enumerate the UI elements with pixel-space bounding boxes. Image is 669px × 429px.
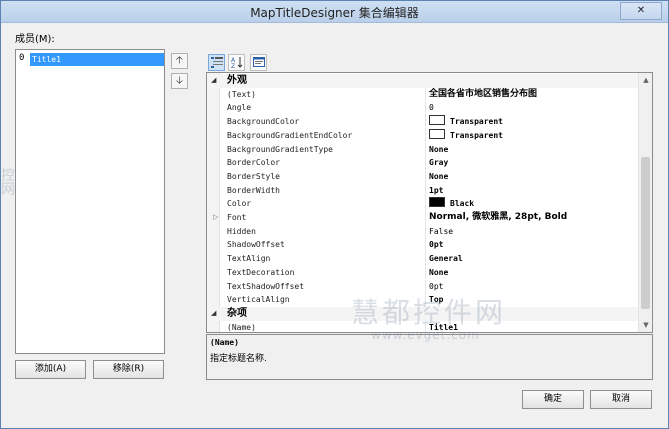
- property-row[interactable]: BorderColor Gray: [207, 156, 639, 170]
- property-grid[interactable]: ◢ 外观 (Text) 全国各省市地区销售分布图 Angle 0 Backgro…: [206, 72, 653, 333]
- category-label: 外观: [227, 75, 247, 86]
- property-name: TextDecoration: [227, 267, 295, 277]
- property-value[interactable]: Title1: [425, 320, 639, 332]
- property-pages-button[interactable]: [250, 54, 267, 71]
- property-value[interactable]: False: [425, 224, 639, 239]
- property-value[interactable]: None: [425, 142, 639, 157]
- list-item[interactable]: 0 Title1: [18, 53, 164, 66]
- property-pages-icon: [252, 57, 265, 67]
- property-name: BorderStyle: [227, 171, 280, 181]
- property-row[interactable]: Hidden False: [207, 224, 639, 239]
- property-name: BackgroundGradientType: [227, 144, 333, 154]
- property-name: Color: [227, 199, 252, 209]
- property-value[interactable]: 0: [425, 101, 639, 116]
- property-value[interactable]: Gray: [425, 156, 639, 170]
- close-icon: ✕: [636, 5, 646, 16]
- property-name: Angle: [227, 103, 252, 113]
- property-name: (Text): [227, 89, 256, 99]
- property-row[interactable]: ShadowOffset 0pt: [207, 238, 639, 253]
- scroll-up-icon[interactable]: ▲: [639, 73, 652, 87]
- cancel-button[interactable]: 取消: [590, 390, 652, 409]
- property-value[interactable]: 1pt: [425, 183, 639, 198]
- color-swatch: [429, 128, 445, 139]
- property-row[interactable]: BackgroundGradientEndColor Transparent: [207, 128, 639, 143]
- arrow-down-icon: 🡣: [175, 75, 184, 86]
- property-name: BackgroundGradientEndColor: [227, 130, 353, 140]
- remove-button[interactable]: 移除(R): [93, 360, 164, 379]
- property-value[interactable]: Top: [425, 293, 639, 307]
- arrow-up-icon: 🡡: [175, 55, 184, 66]
- svg-text:Z: Z: [231, 63, 235, 68]
- property-name: ShadowOffset: [227, 240, 285, 250]
- property-value[interactable]: 全国各省市地区销售分布图: [425, 87, 639, 102]
- property-row[interactable]: ▷ Font Normal, 微软雅黑, 28pt, Bold: [207, 211, 639, 225]
- property-row[interactable]: BackgroundGradientType None: [207, 142, 639, 157]
- property-name: TextAlign: [227, 254, 271, 264]
- scroll-down-icon[interactable]: ▼: [639, 318, 652, 332]
- property-row[interactable]: (Name) Title1: [207, 320, 639, 332]
- collapse-icon[interactable]: ◢: [211, 307, 216, 321]
- members-label: 成员(M):: [15, 34, 55, 45]
- title-bar[interactable]: MapTitleDesigner 集合编辑器 ✕: [1, 1, 668, 23]
- description-title: (Name): [210, 338, 239, 347]
- property-value[interactable]: Normal, 微软雅黑, 28pt, Bold: [425, 211, 639, 225]
- color-swatch: [429, 115, 445, 126]
- color-swatch: [429, 197, 445, 208]
- property-name: TextShadowOffset: [227, 281, 305, 291]
- property-value-text: Black: [450, 199, 475, 209]
- vertical-scrollbar[interactable]: ▲ ▼: [638, 73, 652, 332]
- members-list[interactable]: 0 Title1: [15, 49, 165, 354]
- property-row[interactable]: (Text) 全国各省市地区销售分布图: [207, 87, 639, 102]
- property-name: (Name): [227, 322, 256, 332]
- property-value[interactable]: Black: [425, 197, 639, 211]
- description-text: 指定标题名称.: [210, 354, 267, 364]
- property-name: Hidden: [227, 226, 256, 236]
- property-name: VerticalAlign: [227, 295, 290, 305]
- property-row[interactable]: TextShadowOffset 0pt: [207, 279, 639, 294]
- alphabetical-button[interactable]: A Z: [228, 54, 245, 71]
- property-name: BorderColor: [227, 158, 280, 168]
- ok-button[interactable]: 确定: [522, 390, 584, 409]
- property-name: BorderWidth: [227, 185, 280, 195]
- member-name: Title1: [30, 53, 164, 66]
- property-row[interactable]: TextDecoration None: [207, 265, 639, 280]
- property-value[interactable]: 0pt: [425, 279, 639, 294]
- property-row[interactable]: BorderWidth 1pt: [207, 183, 639, 198]
- property-value[interactable]: Transparent: [425, 115, 639, 129]
- description-panel: (Name) 指定标题名称.: [206, 334, 653, 380]
- member-index: 0: [19, 53, 25, 63]
- move-down-button[interactable]: 🡣: [171, 73, 188, 89]
- watermark-left-text: 控 网: [1, 168, 15, 198]
- property-name: Font: [227, 213, 247, 222]
- collapse-icon[interactable]: ◢: [211, 74, 216, 88]
- move-up-button[interactable]: 🡡: [171, 53, 188, 69]
- property-value[interactable]: Transparent: [425, 128, 639, 143]
- categorized-button[interactable]: [208, 54, 225, 71]
- property-row[interactable]: TextAlign General: [207, 252, 639, 266]
- property-row[interactable]: VerticalAlign Top: [207, 293, 639, 307]
- category-label: 杂项: [227, 307, 247, 319]
- window-title: MapTitleDesigner 集合编辑器: [250, 6, 419, 20]
- property-name: BackgroundColor: [227, 117, 300, 127]
- add-button[interactable]: 添加(A): [15, 360, 86, 379]
- property-row[interactable]: Angle 0: [207, 101, 639, 116]
- category-appearance[interactable]: ◢ 外观: [207, 74, 639, 88]
- expand-icon[interactable]: ▷: [213, 211, 218, 225]
- category-misc[interactable]: ◢ 杂项: [207, 306, 639, 321]
- property-value-text: Transparent: [450, 130, 503, 140]
- property-row[interactable]: BorderStyle None: [207, 169, 639, 184]
- property-value[interactable]: None: [425, 169, 639, 184]
- property-value[interactable]: 0pt: [425, 238, 639, 253]
- scroll-thumb[interactable]: [641, 157, 650, 309]
- alphabetical-icon: A Z: [231, 57, 242, 70]
- property-value[interactable]: None: [425, 265, 639, 280]
- collection-editor-dialog: MapTitleDesigner 集合编辑器 ✕ 成员(M): 0 Title1…: [0, 0, 669, 429]
- property-row[interactable]: BackgroundColor Transparent: [207, 115, 639, 129]
- property-row[interactable]: Color Black: [207, 197, 639, 211]
- close-button[interactable]: ✕: [620, 2, 662, 20]
- property-value[interactable]: General: [425, 252, 639, 266]
- categorized-icon: [210, 57, 223, 68]
- property-value-text: Transparent: [450, 117, 503, 127]
